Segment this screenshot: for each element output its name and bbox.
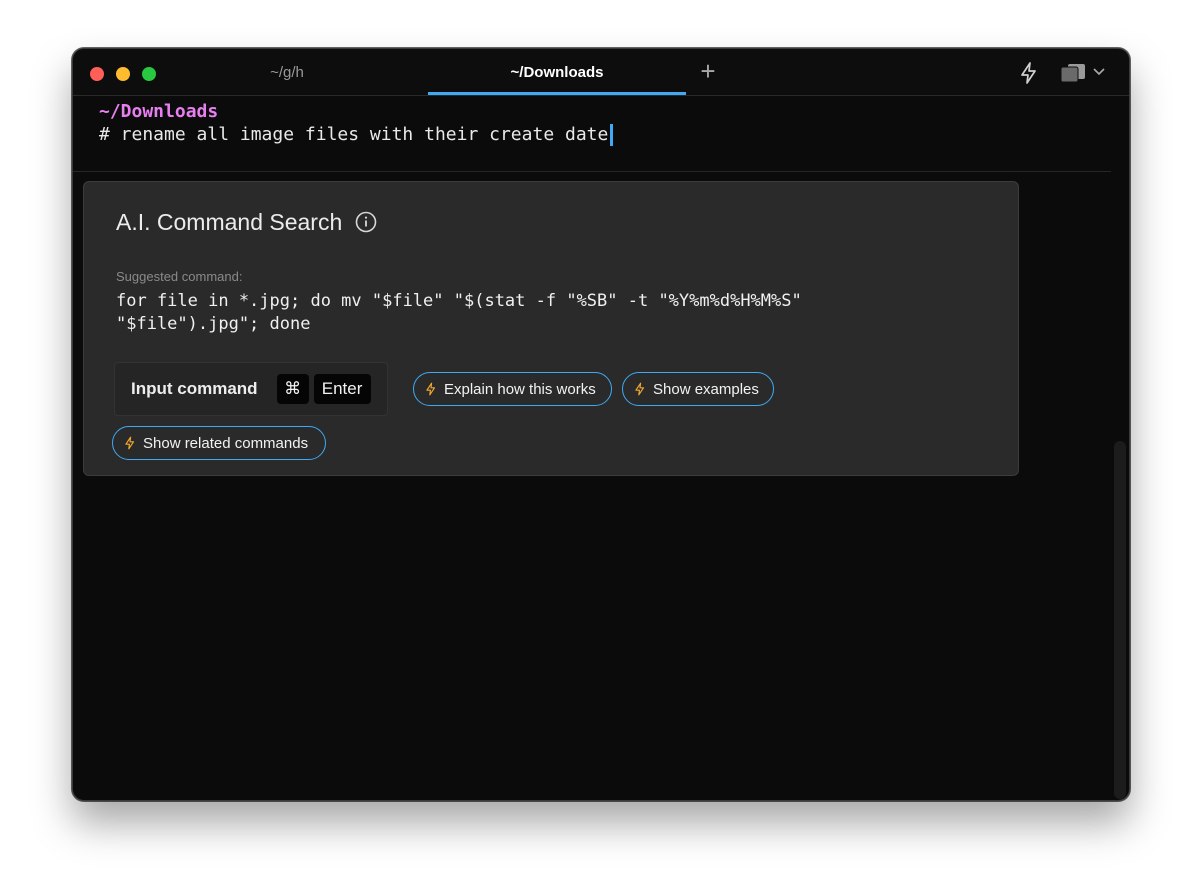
terminal-window: ~/g/h ~/Downloads + ~/Downloads # rename…	[72, 48, 1130, 801]
button-label: Explain how this works	[444, 380, 596, 398]
window-layout-icon[interactable]	[1059, 62, 1089, 84]
minimize-window-button[interactable]	[116, 67, 130, 81]
explain-how-this-works-button[interactable]: Explain how this works	[413, 372, 612, 406]
input-command-button[interactable]: Input command ⌘ Enter	[114, 362, 388, 416]
close-window-button[interactable]	[90, 67, 104, 81]
terminal-prompt: ~/Downloads # rename all image files wit…	[99, 101, 614, 147]
info-icon[interactable]	[355, 211, 377, 233]
ai-command-search-panel: A.I. Command Search Suggested command: f…	[83, 181, 1019, 476]
command-key-icon: ⌘	[276, 374, 309, 404]
button-label: Show examples	[653, 380, 759, 398]
command-input-text: # rename all image files with their crea…	[99, 124, 609, 145]
show-related-commands-button[interactable]: Show related commands	[112, 426, 326, 460]
lightning-bolt-icon	[426, 382, 436, 396]
text-cursor	[610, 124, 614, 146]
plus-icon[interactable]: +	[695, 58, 721, 85]
lightning-bolt-icon[interactable]	[1017, 61, 1041, 85]
chevron-down-icon[interactable]	[1091, 63, 1107, 79]
current-directory: ~/Downloads	[99, 101, 219, 122]
command-input[interactable]: # rename all image files with their crea…	[99, 123, 614, 147]
enter-key: Enter	[313, 374, 371, 404]
lightning-bolt-icon	[635, 382, 645, 396]
lightning-bolt-icon	[125, 436, 135, 450]
tab-g-h[interactable]: ~/g/h	[173, 49, 401, 95]
tab-label: ~/Downloads	[510, 63, 604, 81]
tab-downloads[interactable]: ~/Downloads	[428, 49, 686, 95]
title-bar: ~/g/h ~/Downloads +	[73, 49, 1129, 96]
tab-label: ~/g/h	[270, 63, 304, 81]
panel-title: A.I. Command Search	[116, 209, 343, 235]
divider	[73, 171, 1111, 172]
scrollbar[interactable]	[1114, 441, 1126, 799]
zoom-window-button[interactable]	[142, 67, 156, 81]
suggested-command-label: Suggested command:	[116, 269, 243, 284]
input-command-label: Input command	[131, 379, 258, 398]
show-examples-button[interactable]: Show examples	[622, 372, 774, 406]
suggested-command: for file in *.jpg; do mv "$file" "$(stat…	[116, 291, 802, 334]
button-label: Show related commands	[143, 434, 309, 452]
